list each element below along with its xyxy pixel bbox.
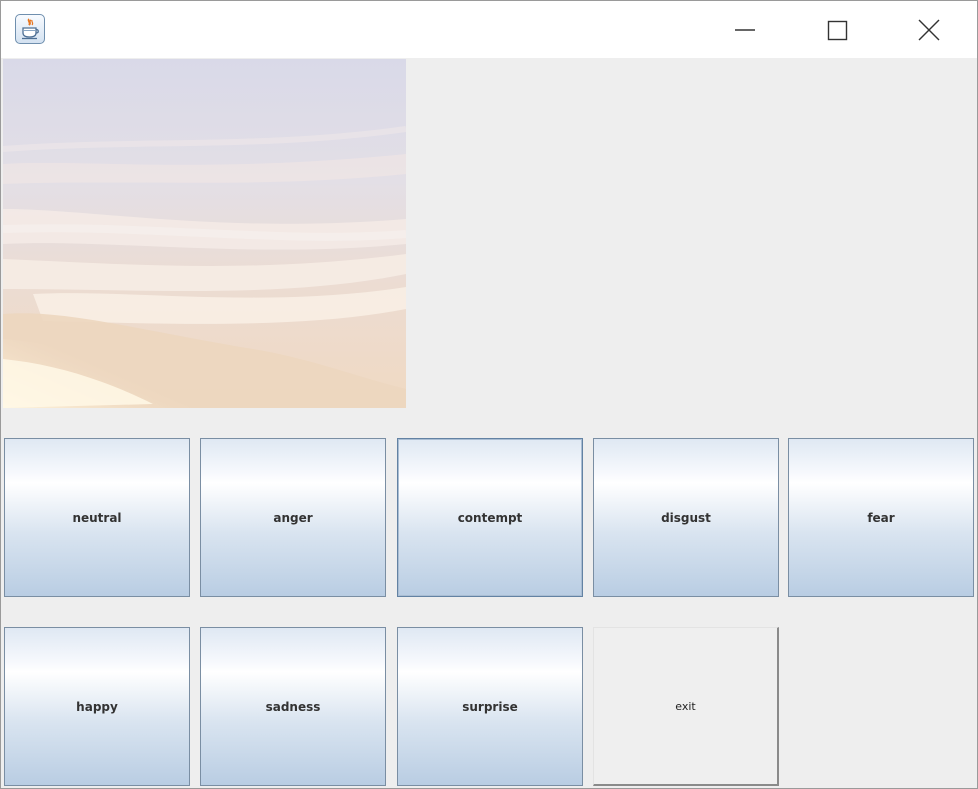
happy-button-label: happy (76, 699, 118, 714)
neutral-button-label: neutral (72, 510, 122, 525)
exit-button[interactable]: exit (593, 627, 779, 786)
anger-button-label: anger (273, 510, 313, 525)
sky-clouds-photo (3, 59, 406, 408)
app-window: neutral anger contempt disgust fear happ… (0, 0, 978, 789)
surprise-button-label: surprise (462, 699, 518, 714)
sadness-button[interactable]: sadness (200, 627, 386, 786)
disgust-button-label: disgust (661, 510, 711, 525)
surprise-button[interactable]: surprise (397, 627, 583, 786)
neutral-button[interactable]: neutral (4, 438, 190, 597)
title-bar[interactable] (1, 1, 977, 58)
contempt-button[interactable]: contempt (397, 438, 583, 597)
close-icon (918, 19, 940, 41)
disgust-button[interactable]: disgust (593, 438, 779, 597)
anger-button[interactable]: anger (200, 438, 386, 597)
fear-button-label: fear (867, 510, 895, 525)
maximize-icon (827, 20, 848, 41)
contempt-button-label: contempt (457, 510, 523, 525)
close-button[interactable] (883, 1, 975, 58)
happy-button[interactable]: happy (4, 627, 190, 786)
minimize-icon (735, 29, 755, 31)
minimize-button[interactable] (699, 1, 791, 58)
exit-button-label: exit (675, 699, 696, 713)
sadness-button-label: sadness (265, 699, 321, 714)
java-coffee-cup-icon[interactable] (15, 14, 45, 44)
maximize-button[interactable] (791, 1, 883, 58)
fear-button[interactable]: fear (788, 438, 974, 597)
